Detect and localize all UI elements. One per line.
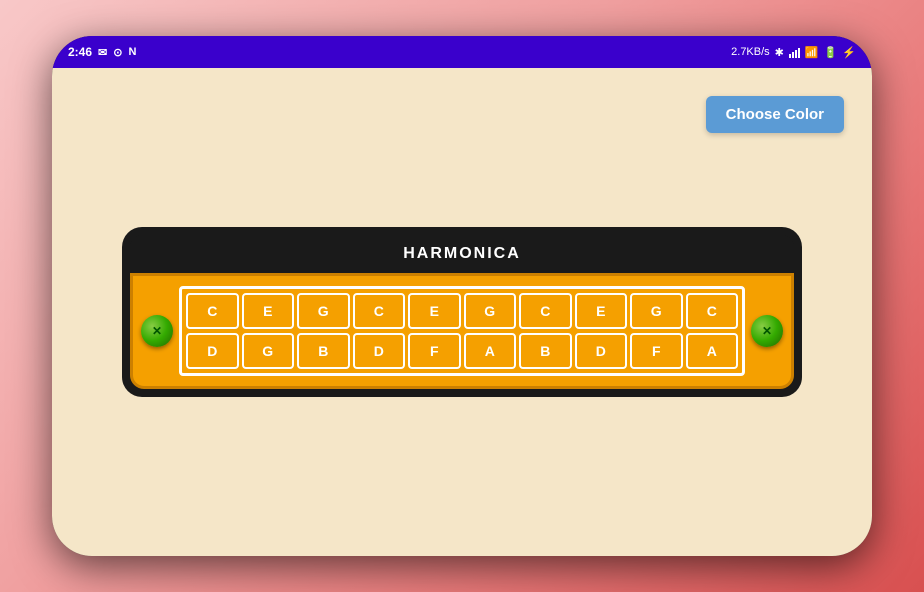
top-row: CEGCEGCEGC	[186, 293, 738, 329]
left-screw	[141, 315, 173, 347]
key-top-0[interactable]: C	[186, 293, 239, 329]
status-left: 2:46 ✉ ⊙ N	[68, 45, 136, 59]
right-screw	[751, 315, 783, 347]
key-bottom-3[interactable]: D	[353, 333, 406, 369]
status-right: 2.7KB/s ✱ 📶 🔋 ⚡	[731, 46, 856, 59]
bluetooth-icon: ✱	[775, 46, 784, 59]
key-bottom-4[interactable]: F	[408, 333, 461, 369]
screen-content: Choose Color HARMONICA CEGCEGCEGC DGBDFA…	[52, 68, 872, 556]
charging-icon: ⚡	[842, 46, 856, 59]
signal-bars	[789, 46, 800, 58]
key-bottom-1[interactable]: G	[242, 333, 295, 369]
harmonica-container: HARMONICA CEGCEGCEGC DGBDFABDFA	[122, 227, 802, 397]
key-top-4[interactable]: E	[408, 293, 461, 329]
wifi-icon: 📶	[805, 46, 819, 59]
key-bottom-7[interactable]: D	[575, 333, 628, 369]
key-top-9[interactable]: C	[686, 293, 739, 329]
time-display: 2:46	[68, 45, 92, 59]
key-bottom-6[interactable]: B	[519, 333, 572, 369]
bottom-row: DGBDFABDFA	[186, 333, 738, 369]
key-top-8[interactable]: G	[630, 293, 683, 329]
choose-color-button[interactable]: Choose Color	[706, 96, 844, 133]
key-top-6[interactable]: C	[519, 293, 572, 329]
key-top-7[interactable]: E	[575, 293, 628, 329]
key-bottom-9[interactable]: A	[686, 333, 739, 369]
phone-frame: 2:46 ✉ ⊙ N 2.7KB/s ✱ 📶 🔋 ⚡ Choose Color …	[52, 36, 872, 556]
key-top-1[interactable]: E	[242, 293, 295, 329]
key-bottom-5[interactable]: A	[464, 333, 517, 369]
network-speed: 2.7KB/s	[731, 46, 770, 58]
harmonica-title: HARMONICA	[130, 235, 794, 273]
mail-icon: ✉	[98, 46, 107, 59]
instagram-icon: ⊙	[113, 46, 122, 59]
harmonica-body: CEGCEGCEGC DGBDFABDFA	[130, 273, 794, 389]
notification-icon: N	[128, 46, 136, 58]
key-top-3[interactable]: C	[353, 293, 406, 329]
key-bottom-0[interactable]: D	[186, 333, 239, 369]
status-bar: 2:46 ✉ ⊙ N 2.7KB/s ✱ 📶 🔋 ⚡	[52, 36, 872, 68]
key-bottom-2[interactable]: B	[297, 333, 350, 369]
keys-grid: CEGCEGCEGC DGBDFABDFA	[179, 286, 745, 376]
key-top-2[interactable]: G	[297, 293, 350, 329]
key-bottom-8[interactable]: F	[630, 333, 683, 369]
battery-indicator: 🔋	[824, 46, 838, 59]
key-top-5[interactable]: G	[464, 293, 517, 329]
